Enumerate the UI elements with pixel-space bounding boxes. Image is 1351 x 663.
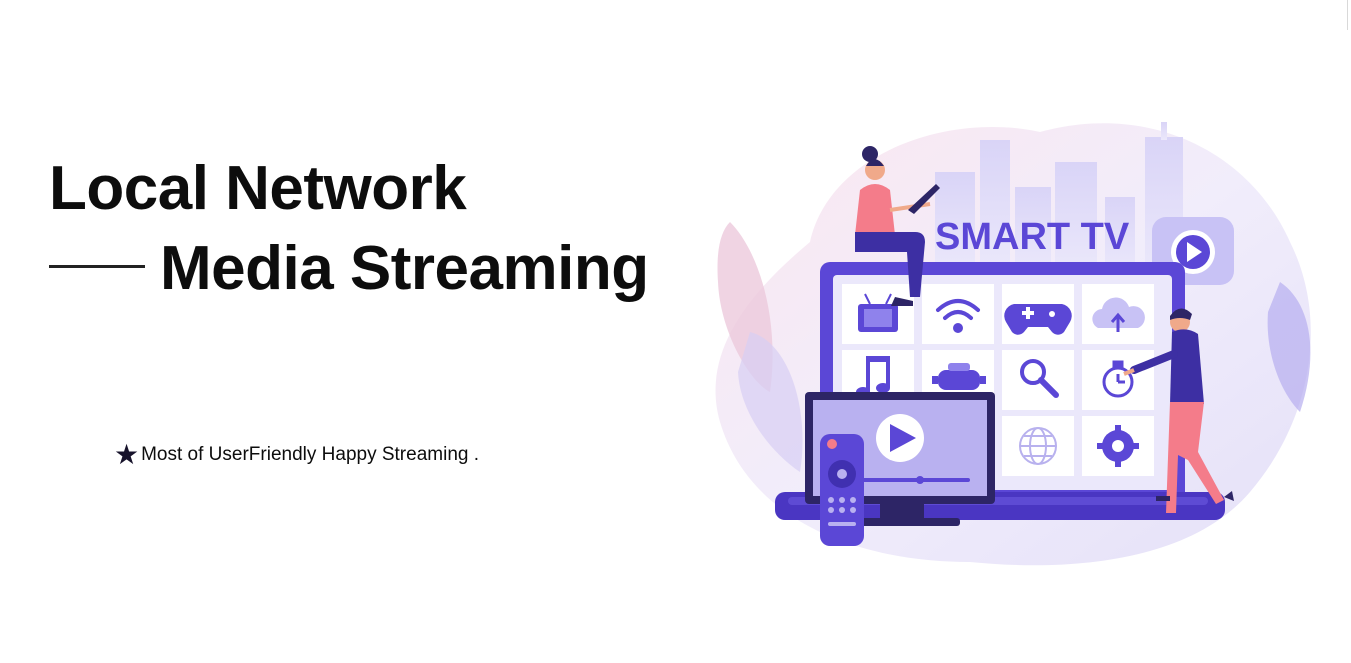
tagline-text: Most of UserFriendly Happy Streaming . xyxy=(141,444,480,465)
remote-icon xyxy=(820,434,864,546)
smart-tv-illustration: SMART TV xyxy=(715,122,1311,566)
title-dash xyxy=(49,265,145,268)
smart-tv-label: SMART TV xyxy=(935,216,1130,258)
hero-title-line2: Media Streaming xyxy=(160,234,649,303)
star-icon: ★ xyxy=(114,439,140,470)
hero-title-line1: Local Network xyxy=(49,154,467,223)
window-edge-divider xyxy=(1347,0,1348,30)
tagline: ★ Most of UserFriendly Happy Streaming . xyxy=(114,441,479,469)
